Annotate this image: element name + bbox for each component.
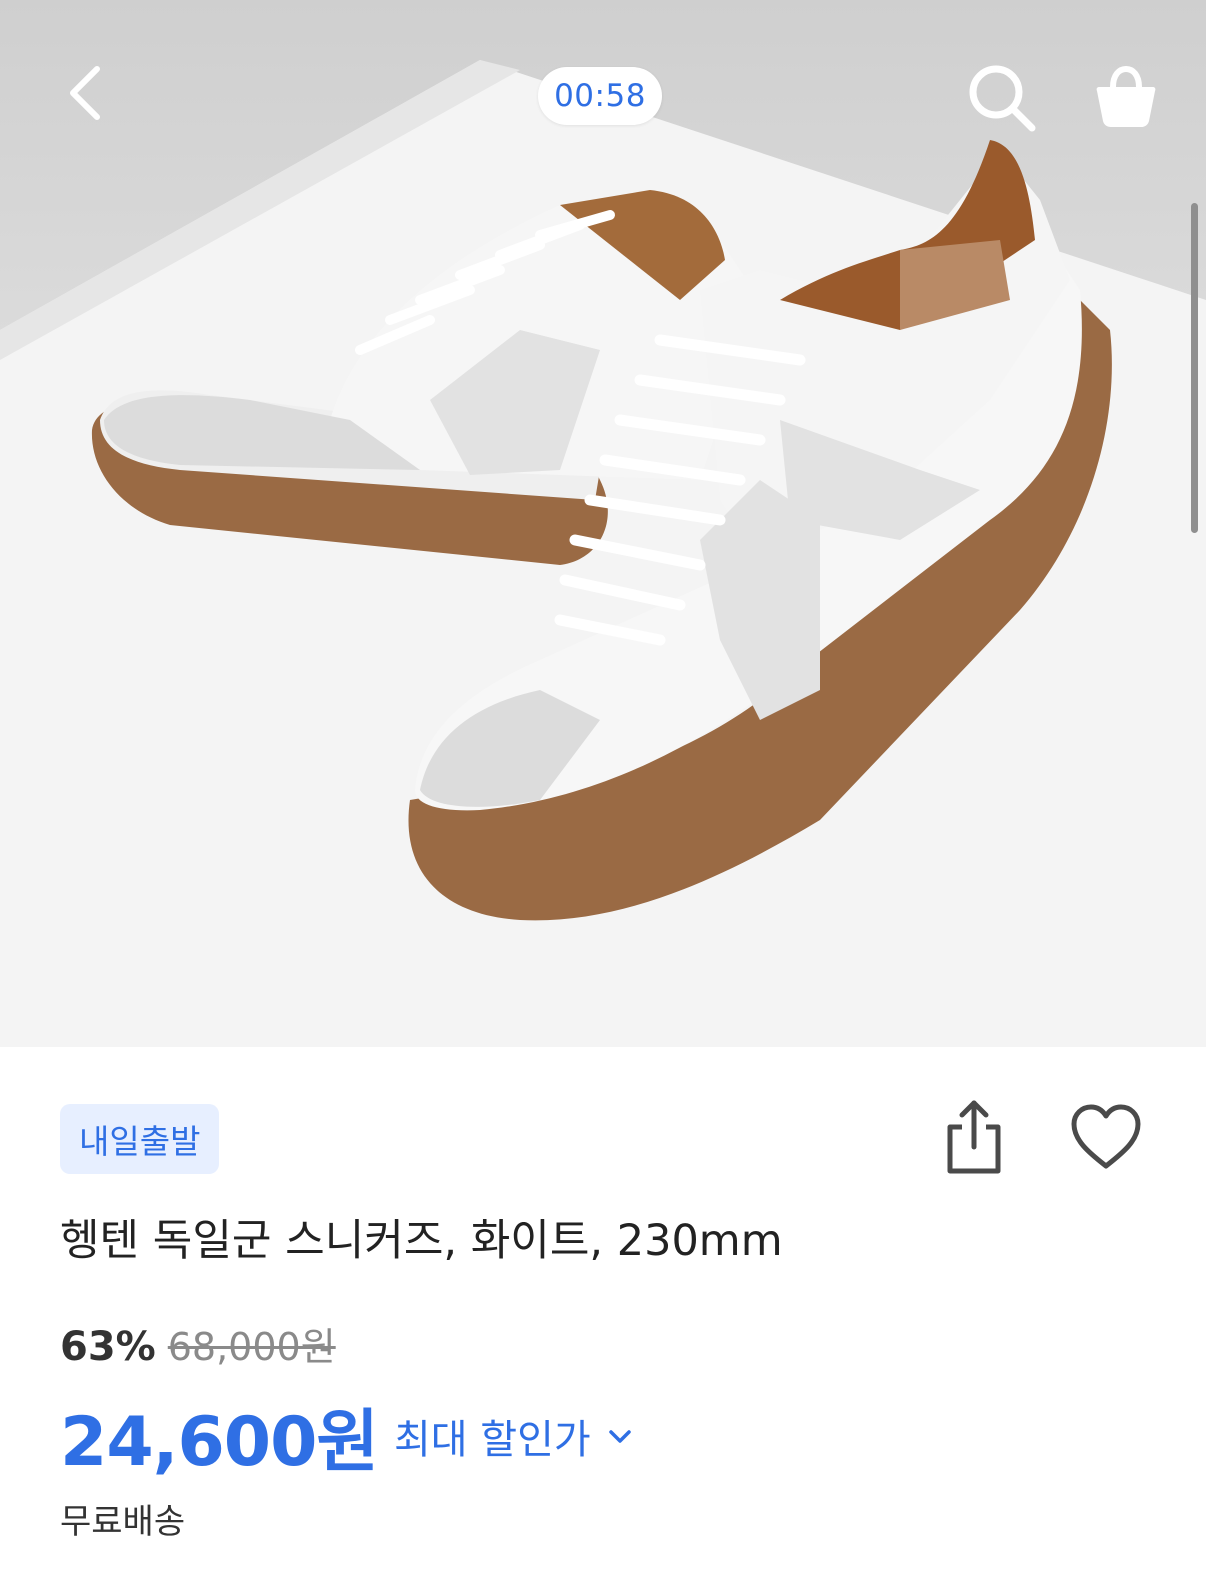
timer-badge: 00:58	[538, 67, 662, 125]
share-icon	[947, 1100, 1001, 1174]
scrollbar[interactable]	[1191, 203, 1198, 533]
cart-button[interactable]	[1086, 56, 1166, 136]
back-arrow-icon	[70, 66, 100, 120]
original-price: 68,000원	[167, 1325, 336, 1369]
chevron-down-icon[interactable]	[605, 1421, 635, 1451]
shopping-bag-icon	[1096, 65, 1156, 127]
discount-percent: 63%	[60, 1324, 156, 1370]
max-discount-toggle[interactable]: 최대 할인가	[394, 1407, 591, 1465]
shipping-info: 무료배송	[60, 1502, 186, 1542]
product-image[interactable]: 00:58	[0, 0, 1206, 1047]
price-row: 24,600원 최대 할인가	[60, 1386, 635, 1485]
product-title: 헹텐 독일군 스니커즈, 화이트, 230mm	[60, 1216, 783, 1266]
sale-price: 24,600원	[60, 1403, 379, 1482]
wishlist-button[interactable]	[1068, 1102, 1144, 1172]
delivery-badge: 내일출발	[60, 1104, 220, 1174]
discount-row: 63% 68,000원	[60, 1316, 336, 1371]
back-button[interactable]	[50, 58, 120, 128]
sneakers-photo	[0, 60, 1206, 1047]
search-icon	[969, 65, 1036, 132]
share-button[interactable]	[940, 1097, 1008, 1177]
search-button[interactable]	[962, 58, 1042, 138]
heart-icon	[1071, 1104, 1141, 1169]
